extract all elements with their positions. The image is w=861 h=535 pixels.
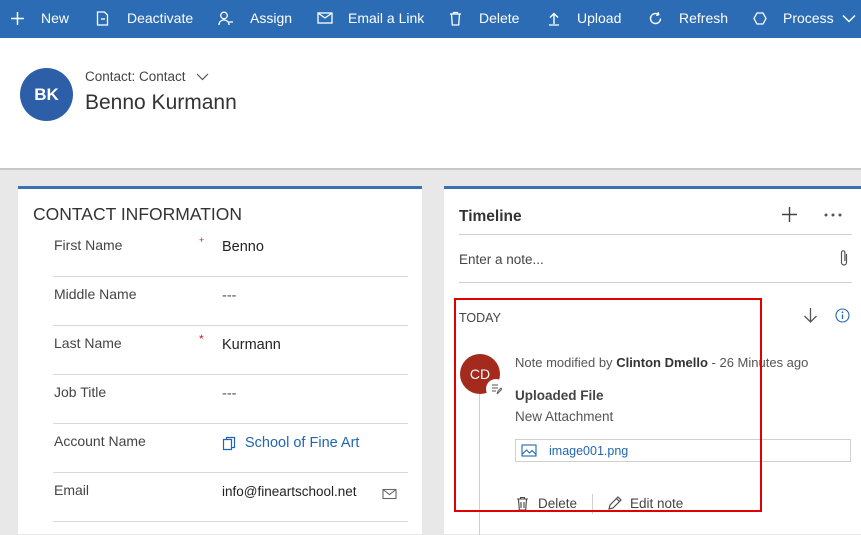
command-bar: New Deactivate Assign Email a Link Delet… bbox=[0, 0, 861, 38]
pencil-icon bbox=[608, 496, 622, 510]
job-title-value[interactable]: --- bbox=[222, 386, 237, 402]
section-title: CONTACT INFORMATION bbox=[33, 204, 243, 224]
field-label: Email bbox=[54, 482, 90, 498]
plus-icon bbox=[11, 11, 24, 25]
add-icon[interactable] bbox=[781, 206, 798, 223]
delete-button[interactable]: Delete bbox=[449, 0, 519, 36]
process-label: Process bbox=[783, 10, 834, 26]
deactivate-label: Deactivate bbox=[127, 10, 194, 26]
upload-button[interactable]: Upload bbox=[547, 0, 621, 36]
business-recommended-indicator: + bbox=[199, 235, 205, 245]
field-last-name: Last Name * Kurmann bbox=[53, 325, 408, 375]
send-email-icon[interactable] bbox=[382, 488, 397, 500]
note-badge bbox=[486, 379, 506, 399]
person-icon bbox=[218, 11, 233, 25]
process-button[interactable]: Process bbox=[753, 0, 856, 36]
field-label: First Name bbox=[54, 237, 123, 253]
timeline-connector bbox=[479, 385, 480, 535]
field-label: Job Title bbox=[54, 384, 107, 400]
delete-note-label: Delete bbox=[538, 496, 578, 511]
last-name-value[interactable]: Kurmann bbox=[222, 337, 281, 353]
email-link-label: Email a Link bbox=[348, 10, 425, 26]
activity-summary: Note modified by Clinton Dmello - 26 Min… bbox=[515, 355, 808, 370]
upload-icon bbox=[549, 12, 559, 26]
activity-author: Clinton Dmello bbox=[616, 355, 708, 370]
field-label: Middle Name bbox=[54, 286, 137, 302]
field-job-title: Job Title --- bbox=[53, 374, 408, 424]
refresh-label: Refresh bbox=[679, 10, 729, 26]
field-email: Email info@fineartschool.net bbox=[53, 472, 408, 522]
divider bbox=[459, 282, 852, 283]
attachment-name[interactable]: image001.png bbox=[549, 444, 628, 458]
note-title: Uploaded File bbox=[515, 388, 604, 403]
note-input[interactable]: Enter a note... bbox=[459, 252, 544, 267]
field-account-name: Account Name School of Fine Art bbox=[53, 423, 408, 473]
divider bbox=[459, 234, 852, 235]
more-options-icon[interactable] bbox=[824, 213, 842, 217]
assign-button[interactable]: Assign bbox=[218, 0, 292, 36]
entity-type-label: Contact: Contact bbox=[85, 69, 186, 84]
middle-name-value[interactable]: --- bbox=[222, 288, 237, 304]
field-label: Account Name bbox=[54, 433, 146, 449]
field-middle-name: Middle Name --- bbox=[53, 276, 408, 326]
sort-arrow-down-icon[interactable] bbox=[803, 307, 818, 324]
contact-information-section: CONTACT INFORMATION First Name + Benno M… bbox=[18, 186, 422, 534]
trash-icon bbox=[450, 11, 461, 26]
new-button[interactable]: New bbox=[10, 0, 69, 36]
first-name-value[interactable]: Benno bbox=[222, 239, 264, 255]
chevron-down-icon bbox=[196, 73, 208, 80]
note-icon bbox=[492, 384, 502, 395]
chevron-down-icon bbox=[842, 14, 856, 22]
process-icon bbox=[753, 11, 767, 25]
account-name-lookup[interactable]: School of Fine Art bbox=[222, 435, 359, 451]
refresh-button[interactable]: Refresh bbox=[648, 0, 728, 36]
trash-icon bbox=[517, 496, 528, 511]
timeline-section: Timeline Enter a note... TODAY CD Note m… bbox=[444, 186, 861, 535]
record-header: BK Contact: Contact Benno Kurmann bbox=[0, 38, 861, 170]
delete-note-button[interactable]: Delete bbox=[516, 496, 577, 511]
account-name-link[interactable]: School of Fine Art bbox=[245, 435, 359, 451]
activity-prefix: Note modified by bbox=[515, 355, 613, 370]
refresh-icon bbox=[649, 11, 662, 24]
edit-note-label: Edit note bbox=[630, 496, 684, 511]
note-description: New Attachment bbox=[515, 409, 614, 424]
timeline-title: Timeline bbox=[459, 208, 522, 225]
image-icon bbox=[521, 444, 537, 457]
paperclip-icon[interactable] bbox=[839, 249, 849, 267]
info-icon[interactable] bbox=[835, 308, 850, 323]
form-selector[interactable]: Contact: Contact bbox=[85, 69, 209, 84]
attachment[interactable]: image001.png bbox=[515, 439, 851, 462]
assign-label: Assign bbox=[250, 10, 293, 26]
upload-label: Upload bbox=[577, 10, 622, 26]
field-first-name: First Name + Benno bbox=[53, 227, 408, 277]
document-icon bbox=[96, 10, 109, 26]
field-label: Last Name bbox=[54, 335, 122, 351]
contact-avatar: BK bbox=[20, 68, 73, 121]
email-link-button[interactable]: Email a Link bbox=[317, 0, 424, 36]
deactivate-button[interactable]: Deactivate bbox=[96, 0, 193, 36]
email-link-icon bbox=[317, 12, 333, 24]
delete-label: Delete bbox=[479, 10, 520, 26]
account-icon bbox=[222, 436, 236, 450]
action-separator bbox=[592, 494, 593, 514]
edit-note-button[interactable]: Edit note bbox=[607, 496, 683, 511]
timeline-group-header: TODAY bbox=[459, 311, 501, 325]
new-label: New bbox=[41, 10, 70, 26]
activity-time: 26 Minutes ago bbox=[719, 355, 809, 370]
email-value[interactable]: info@fineartschool.net bbox=[222, 484, 357, 499]
required-indicator: * bbox=[199, 332, 204, 346]
record-title: Benno Kurmann bbox=[85, 91, 237, 114]
